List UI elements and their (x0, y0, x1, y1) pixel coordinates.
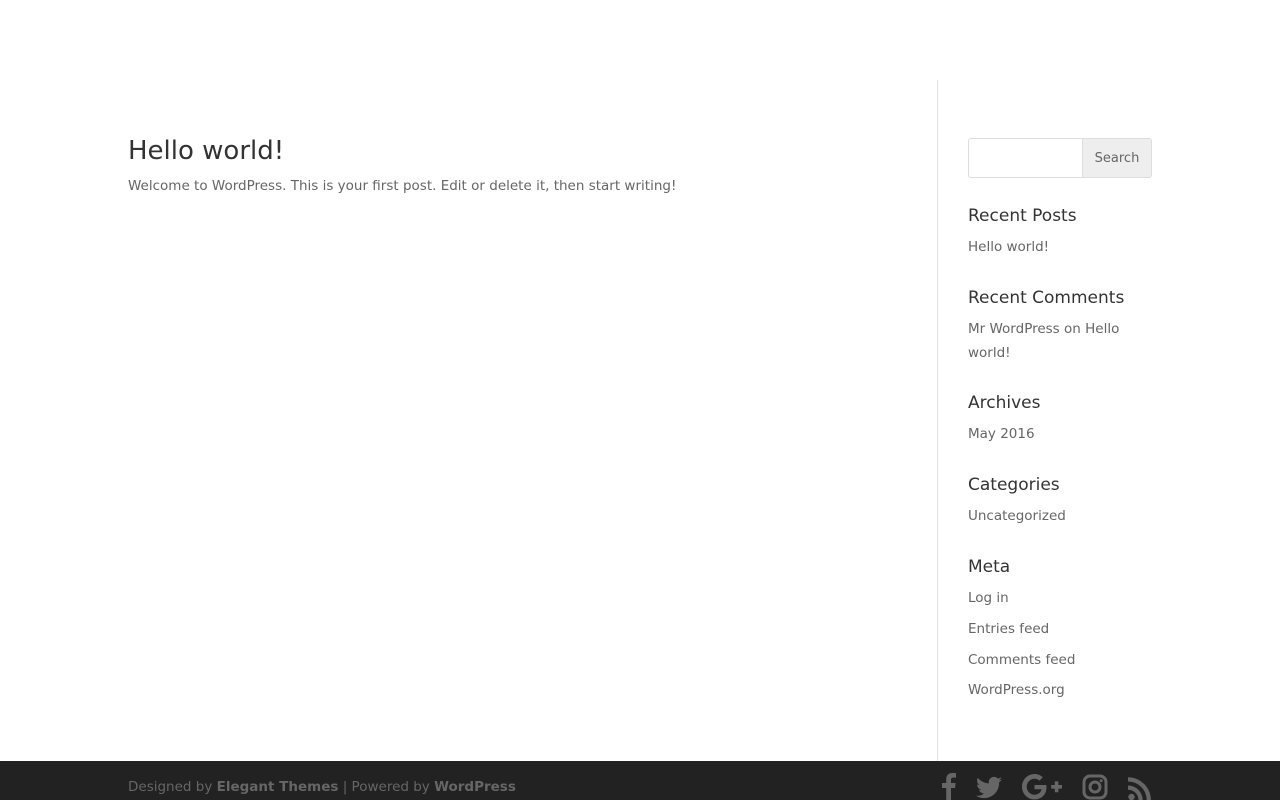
powered-by-text: | Powered by (338, 779, 435, 795)
list-item[interactable]: Log in (968, 586, 1152, 610)
widget-categories: Categories Uncategorized (968, 474, 1152, 528)
post-excerpt: Welcome to WordPress. This is your first… (128, 178, 677, 194)
widget-title-recent-posts: Recent Posts (968, 206, 1077, 226)
widget-meta: Meta Log in Entries feed Comments feed W… (968, 556, 1152, 709)
list-item: Mr WordPress on Hello world! (968, 317, 1152, 365)
widget-recent-posts: Recent Posts Hello world! (968, 205, 1152, 259)
sidebar-divider (937, 80, 938, 761)
recent-posts-list: Hello world! (968, 235, 1152, 259)
instagram-icon[interactable] (1082, 773, 1108, 800)
widget-archives: Archives May 2016 (968, 392, 1152, 446)
list-item[interactable]: Hello world! (968, 235, 1152, 259)
designer-link: Elegant Themes (217, 779, 339, 795)
footer-credits: Designed by Elegant Themes | Powered by … (128, 777, 516, 797)
page: Hello world! Welcome to WordPress. This … (0, 0, 1280, 800)
category-link[interactable]: Uncategorized (968, 508, 1066, 524)
meta-list: Log in Entries feed Comments feed WordPr… (968, 586, 1152, 702)
categories-list: Uncategorized (968, 504, 1152, 528)
comment-connector: on (1059, 321, 1086, 337)
designed-by-text: Designed by (128, 779, 217, 795)
post-title[interactable]: Hello world! (128, 135, 284, 167)
meta-link-log-in[interactable]: Log in (968, 590, 1009, 606)
recent-comments-list: Mr WordPress on Hello world! (968, 317, 1152, 365)
recent-post-link[interactable]: Hello world! (968, 239, 1049, 255)
post-title-link[interactable]: Hello world! (128, 136, 284, 166)
widget-recent-comments: Recent Comments Mr WordPress on Hello wo… (968, 287, 1152, 365)
list-item[interactable]: Uncategorized (968, 504, 1152, 528)
list-item[interactable]: May 2016 (968, 422, 1152, 446)
twitter-icon[interactable] (976, 773, 1002, 800)
social-icons (922, 773, 1152, 800)
widget-title-recent-comments: Recent Comments (968, 288, 1125, 308)
rss-icon[interactable] (1128, 773, 1152, 800)
meta-link-wordpress-org[interactable]: WordPress.org (968, 682, 1065, 698)
archives-list: May 2016 (968, 422, 1152, 446)
platform-name[interactable]: WordPress (434, 779, 516, 795)
meta-link-comments-feed[interactable]: Comments feed (968, 652, 1075, 668)
search-button[interactable]: Search (1082, 138, 1152, 178)
list-item[interactable]: WordPress.org (968, 678, 1152, 702)
search-form: Search (968, 138, 1152, 178)
designer-name[interactable]: Elegant Themes (217, 779, 339, 795)
sidebar: Search Recent Posts Hello world! Recent … (968, 138, 1152, 698)
search-input[interactable] (968, 138, 1082, 178)
comment-author-link[interactable]: Mr WordPress (968, 321, 1060, 337)
meta-link-entries-feed[interactable]: Entries feed (968, 621, 1049, 637)
archive-link[interactable]: May 2016 (968, 426, 1035, 442)
list-item[interactable]: Entries feed (968, 617, 1152, 641)
platform-link: WordPress (434, 779, 516, 795)
facebook-icon[interactable] (942, 773, 956, 800)
footer: Designed by Elegant Themes | Powered by … (0, 761, 1280, 800)
widget-title-meta: Meta (968, 557, 1011, 577)
widget-title-archives: Archives (968, 393, 1041, 413)
list-item[interactable]: Comments feed (968, 648, 1152, 672)
widget-title-categories: Categories (968, 475, 1060, 495)
google-plus-icon[interactable] (1022, 773, 1062, 800)
